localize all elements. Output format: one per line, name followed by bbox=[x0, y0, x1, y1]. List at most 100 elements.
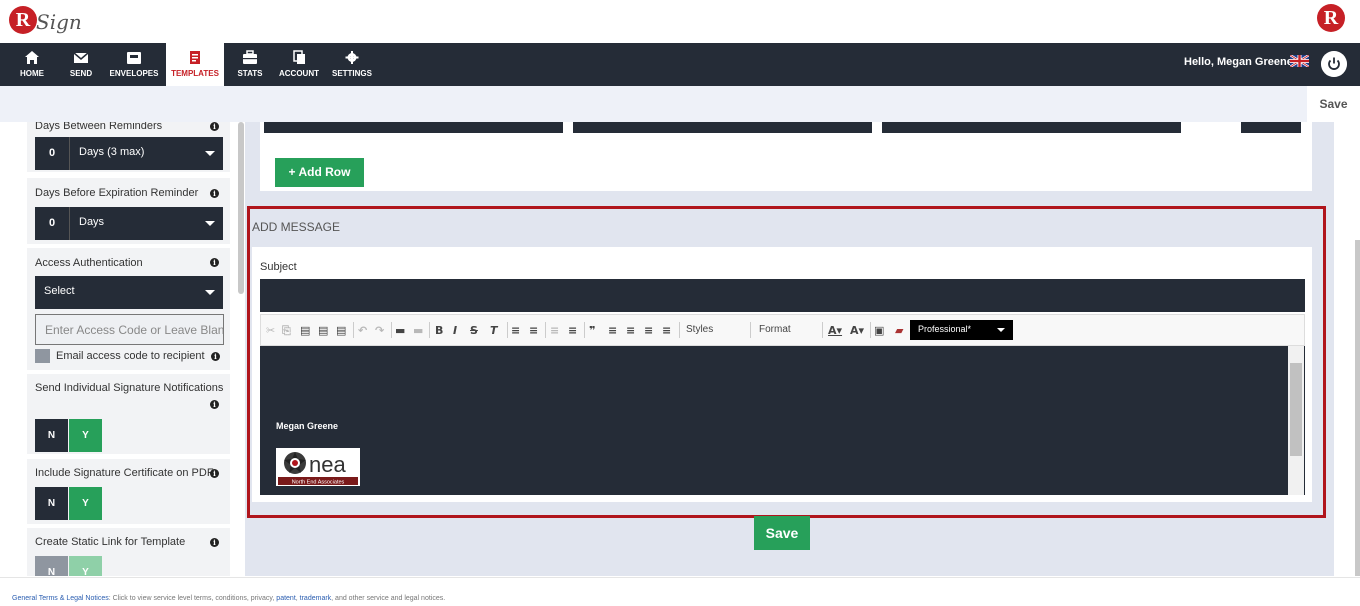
chevron-down-icon bbox=[205, 221, 215, 226]
days-between-reminders-section: Days Between Reminders i 0 Days (3 max) bbox=[27, 122, 230, 172]
paste-icon[interactable]: ▤ bbox=[300, 324, 310, 337]
legal-notices-link[interactable]: General Terms & Legal Notices bbox=[12, 595, 109, 602]
signature-certificate-yes-button[interactable]: Y bbox=[69, 487, 102, 520]
logo-letter: R bbox=[9, 6, 37, 34]
inbox-icon bbox=[127, 52, 141, 64]
top-save-button[interactable]: Save bbox=[1307, 86, 1360, 122]
align-left-icon[interactable]: ≡ bbox=[608, 324, 617, 337]
format-dropdown[interactable]: Format bbox=[759, 324, 791, 335]
access-code-input[interactable]: Enter Access Code or Leave Blank bbox=[35, 314, 224, 345]
nav-templates[interactable]: TEMPLATES bbox=[166, 43, 224, 86]
signature-certificate-section: Include Signature Certificate on PDF i N… bbox=[27, 459, 230, 524]
unlink-icon[interactable]: ▬ bbox=[413, 324, 423, 337]
dropdown-value: Days (3 max) bbox=[79, 146, 145, 158]
recipient-email-field[interactable] bbox=[573, 122, 872, 133]
italic-icon[interactable]: I bbox=[453, 324, 457, 337]
static-link-label: Create Static Link for Template bbox=[35, 536, 186, 548]
rsign-logo[interactable]: R Sign bbox=[9, 4, 82, 38]
logo-company-name: North End Associates bbox=[292, 480, 345, 486]
nav-templates-label: TEMPLATES bbox=[171, 69, 219, 78]
individual-notifications-no-button[interactable]: N bbox=[35, 419, 68, 452]
blockquote-icon[interactable]: ❞ bbox=[589, 324, 595, 337]
signature-certificate-no-button[interactable]: N bbox=[35, 487, 68, 520]
dropdown-value: Select bbox=[44, 285, 75, 297]
remove-format-icon[interactable]: T bbox=[490, 324, 498, 337]
chevron-down-icon bbox=[205, 290, 215, 295]
access-authentication-dropdown[interactable]: Select bbox=[35, 276, 223, 309]
template-settings-panel: Days Between Reminders i 0 Days (3 max) … bbox=[27, 122, 230, 576]
days-between-reminders-value[interactable]: 0 bbox=[35, 137, 70, 170]
briefcase-icon bbox=[243, 50, 257, 64]
redo-icon[interactable]: ↷ bbox=[375, 324, 384, 337]
info-icon[interactable]: i bbox=[211, 352, 220, 361]
subject-label: Subject bbox=[260, 261, 297, 273]
days-before-expiration-label: Days Before Expiration Reminder bbox=[35, 187, 199, 199]
cut-icon[interactable]: ✂ bbox=[266, 324, 275, 337]
paste-word-icon[interactable]: ▤ bbox=[336, 324, 346, 337]
chevron-down-icon bbox=[205, 151, 215, 156]
numbered-list-icon[interactable]: ≡ bbox=[511, 324, 520, 337]
trademark-link[interactable]: trademark bbox=[300, 595, 332, 602]
email-template-dropdown[interactable]: Professional* bbox=[910, 320, 1013, 340]
days-before-expiration-unit-dropdown[interactable]: Days bbox=[70, 207, 223, 240]
chevron-down-icon bbox=[997, 328, 1005, 332]
background-color-icon[interactable]: A▾ bbox=[850, 324, 864, 337]
align-center-icon[interactable]: ≡ bbox=[626, 324, 635, 337]
user-greeting[interactable]: Hello, Megan Greene bbox=[1184, 56, 1293, 68]
recipient-role-field[interactable] bbox=[882, 122, 1181, 133]
nav-settings[interactable]: SETTINGS bbox=[331, 43, 373, 86]
nav-envelopes[interactable]: ENVELOPES bbox=[109, 43, 159, 86]
info-icon[interactable]: i bbox=[210, 189, 219, 198]
editor-scroll-thumb[interactable] bbox=[1290, 363, 1302, 456]
link-icon[interactable]: ▬ bbox=[395, 324, 405, 337]
patent-link[interactable]: patent bbox=[276, 595, 295, 602]
remove-row-button[interactable] bbox=[1241, 122, 1301, 133]
undo-icon[interactable]: ↶ bbox=[358, 324, 367, 337]
paste-text-icon[interactable]: ▤ bbox=[318, 324, 328, 337]
copy-icon bbox=[293, 50, 305, 64]
info-icon[interactable]: i bbox=[210, 258, 219, 267]
save-button[interactable]: Save bbox=[754, 516, 810, 550]
message-body-editor[interactable] bbox=[260, 346, 1305, 495]
nav-account[interactable]: ACCOUNT bbox=[277, 43, 321, 86]
template-icon[interactable]: ▰ bbox=[895, 324, 903, 337]
days-before-expiration-value[interactable]: 0 bbox=[35, 207, 70, 240]
bold-icon[interactable]: B bbox=[435, 324, 443, 337]
indent-icon[interactable]: ≡ bbox=[568, 324, 577, 337]
nav-home[interactable]: HOME bbox=[13, 43, 51, 86]
recipient-name-field[interactable] bbox=[264, 122, 563, 133]
text-color-icon[interactable]: A▾ bbox=[828, 324, 842, 337]
email-access-code-checkbox[interactable] bbox=[35, 349, 50, 363]
info-icon[interactable]: i bbox=[210, 122, 219, 131]
info-icon[interactable]: i bbox=[210, 400, 219, 409]
copy-icon[interactable]: ⎘ bbox=[282, 324, 291, 338]
justify-icon[interactable]: ≡ bbox=[662, 324, 671, 337]
uk-flag-icon[interactable] bbox=[1290, 55, 1309, 67]
outdent-icon[interactable]: ≡ bbox=[550, 324, 559, 337]
days-between-reminders-unit-dropdown[interactable]: Days (3 max) bbox=[70, 137, 223, 170]
info-icon[interactable]: i bbox=[210, 538, 219, 547]
nav-stats[interactable]: STATS bbox=[232, 43, 268, 86]
individual-notifications-yes-button[interactable]: Y bbox=[69, 419, 102, 452]
bullet-list-icon[interactable]: ≡ bbox=[529, 324, 538, 337]
settings-panel-scrollbar[interactable] bbox=[238, 122, 244, 294]
home-icon bbox=[25, 51, 39, 64]
static-link-no-button[interactable]: N bbox=[35, 556, 68, 576]
add-row-button[interactable]: + Add Row bbox=[275, 158, 364, 187]
main-navbar: HOME SEND ENVELOPES TEMPLATES STATS ACCO… bbox=[0, 43, 1360, 86]
page-scrollbar[interactable] bbox=[1355, 240, 1360, 576]
subject-input[interactable] bbox=[260, 279, 1305, 312]
company-logo: nea North End Associates bbox=[276, 448, 360, 486]
align-right-icon[interactable]: ≡ bbox=[644, 324, 653, 337]
styles-dropdown[interactable]: Styles bbox=[686, 324, 713, 335]
power-icon[interactable] bbox=[1321, 51, 1347, 77]
info-icon[interactable]: i bbox=[210, 469, 219, 478]
static-link-yes-button[interactable]: Y bbox=[69, 556, 102, 576]
nav-stats-label: STATS bbox=[237, 69, 263, 78]
nav-account-label: ACCOUNT bbox=[279, 69, 319, 78]
nav-send[interactable]: SEND bbox=[62, 43, 100, 86]
image-icon[interactable]: ▣ bbox=[874, 324, 884, 337]
strikethrough-icon[interactable]: S bbox=[470, 324, 478, 337]
rpost-logo: R bbox=[1317, 4, 1345, 32]
footer-body: : Click to view service level terms, con… bbox=[108, 595, 277, 602]
